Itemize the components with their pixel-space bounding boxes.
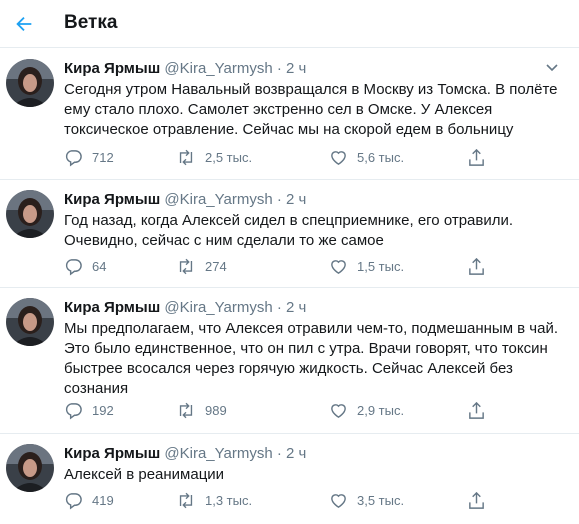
retweet-count: 989 (205, 402, 227, 418)
tweet-meta: Кира Ярмыш @Kira_Yarmysh · 2 ч (64, 298, 564, 318)
like-button[interactable]: 5,6 тыс. (329, 147, 404, 167)
meta-separator: · (276, 60, 282, 77)
tweet-time[interactable]: 2 ч (286, 191, 306, 208)
tweet-meta: Кира Ярмыш @Kira_Yarmysh · 2 ч (64, 444, 564, 464)
retweet-count: 2,5 тыс. (205, 149, 253, 165)
reply-count: 419 (92, 492, 114, 508)
thread-header: Ветка (0, 0, 579, 48)
meta-separator: · (276, 445, 282, 462)
tweet[interactable]: Кира Ярмыш @Kira_Yarmysh · 2 ч Сегодня у… (0, 49, 579, 180)
arrow-left-icon (16, 16, 32, 32)
heart-icon (331, 150, 346, 165)
tweet-text: Год назад, когда Алексей сидел в спецпри… (64, 212, 514, 249)
reply-bubble-icon (65, 402, 82, 420)
author-handle[interactable]: @Kira_Yarmysh (164, 299, 272, 316)
avatar-image (6, 298, 54, 346)
share-icon (469, 148, 484, 166)
tweet-actions: 64 274 1,5 тыс. (64, 256, 494, 276)
retweet-icon (179, 258, 193, 274)
retweet-button[interactable]: 2,5 тыс. (176, 147, 252, 167)
share-button[interactable] (467, 490, 486, 510)
avatar[interactable] (6, 190, 54, 238)
retweet-button[interactable]: 1,3 тыс. (176, 490, 252, 510)
reply-count: 712 (92, 149, 114, 165)
author-name[interactable]: Кира Ярмыш (64, 191, 160, 208)
reply-count: 192 (92, 402, 114, 418)
retweet-count: 274 (205, 258, 227, 274)
avatar-image (6, 444, 54, 492)
share-button[interactable] (467, 147, 486, 167)
like-count: 3,5 тыс. (357, 492, 405, 508)
reply-button[interactable]: 712 (64, 147, 114, 167)
share-button[interactable] (467, 400, 486, 420)
retweet-icon (179, 492, 193, 508)
heart-icon (331, 403, 346, 418)
reply-button[interactable]: 419 (64, 490, 114, 510)
tweet-meta: Кира Ярмыш @Kira_Yarmysh · 2 ч (64, 59, 564, 79)
retweet-icon (179, 402, 193, 418)
tweet-menu-button[interactable] (544, 59, 560, 75)
like-button[interactable]: 2,9 тыс. (329, 400, 404, 420)
avatar-image (6, 190, 54, 238)
reply-button[interactable]: 192 (64, 400, 114, 420)
tweet[interactable]: Кира Ярмыш @Kira_Yarmysh · 2 ч Алексей в… (0, 434, 579, 524)
retweet-button[interactable]: 989 (176, 400, 227, 420)
tweet-time[interactable]: 2 ч (286, 60, 306, 77)
tweet-text: Сегодня утром Навальный возвращался в Мо… (64, 81, 558, 138)
like-button[interactable]: 3,5 тыс. (329, 490, 404, 510)
tweet-time[interactable]: 2 ч (286, 445, 306, 462)
author-handle[interactable]: @Kira_Yarmysh (164, 445, 272, 462)
chevron-down-icon (546, 64, 558, 72)
retweet-count: 1,3 тыс. (205, 492, 253, 508)
tweet-meta: Кира Ярмыш @Kira_Yarmysh · 2 ч (64, 190, 564, 210)
tweet-actions: 192 989 2,9 тыс. (64, 400, 494, 420)
share-icon (469, 491, 484, 509)
avatar[interactable] (6, 298, 54, 346)
share-icon (469, 401, 484, 419)
reply-count: 64 (92, 258, 107, 274)
back-button[interactable] (10, 10, 38, 38)
share-button[interactable] (467, 256, 486, 276)
tweet-actions: 712 2,5 тыс. 5,6 тыс. (64, 147, 494, 167)
heart-icon (331, 493, 346, 508)
avatar[interactable] (6, 59, 54, 107)
author-handle[interactable]: @Kira_Yarmysh (164, 60, 272, 77)
avatar[interactable] (6, 444, 54, 492)
reply-bubble-icon (65, 258, 82, 276)
author-name[interactable]: Кира Ярмыш (64, 445, 160, 462)
like-count: 1,5 тыс. (357, 258, 405, 274)
reply-button[interactable]: 64 (64, 256, 106, 276)
like-count: 5,6 тыс. (357, 149, 405, 165)
like-button[interactable]: 1,5 тыс. (329, 256, 404, 276)
retweet-icon (179, 149, 193, 165)
reply-bubble-icon (65, 149, 82, 167)
like-count: 2,9 тыс. (357, 402, 405, 418)
meta-separator: · (276, 191, 282, 208)
author-name[interactable]: Кира Ярмыш (64, 299, 160, 316)
tweet[interactable]: Кира Ярмыш @Kira_Yarmysh · 2 ч Мы предпо… (0, 288, 579, 434)
reply-bubble-icon (65, 492, 82, 510)
tweet-text: Мы предполагаем, что Алексея отравили че… (64, 320, 559, 397)
page-title: Ветка (64, 12, 118, 33)
tweet-time[interactable]: 2 ч (286, 299, 306, 316)
tweet-actions: 419 1,3 тыс. 3,5 тыс. (64, 490, 494, 510)
tweet-text: Алексей в реанимации (64, 466, 225, 483)
heart-icon (331, 259, 346, 274)
author-handle[interactable]: @Kira_Yarmysh (164, 191, 272, 208)
retweet-button[interactable]: 274 (176, 256, 227, 276)
meta-separator: · (276, 299, 282, 316)
tweet[interactable]: Кира Ярмыш @Kira_Yarmysh · 2 ч Год назад… (0, 180, 579, 288)
share-icon (469, 257, 484, 275)
author-name[interactable]: Кира Ярмыш (64, 60, 160, 77)
avatar-image (6, 59, 54, 107)
